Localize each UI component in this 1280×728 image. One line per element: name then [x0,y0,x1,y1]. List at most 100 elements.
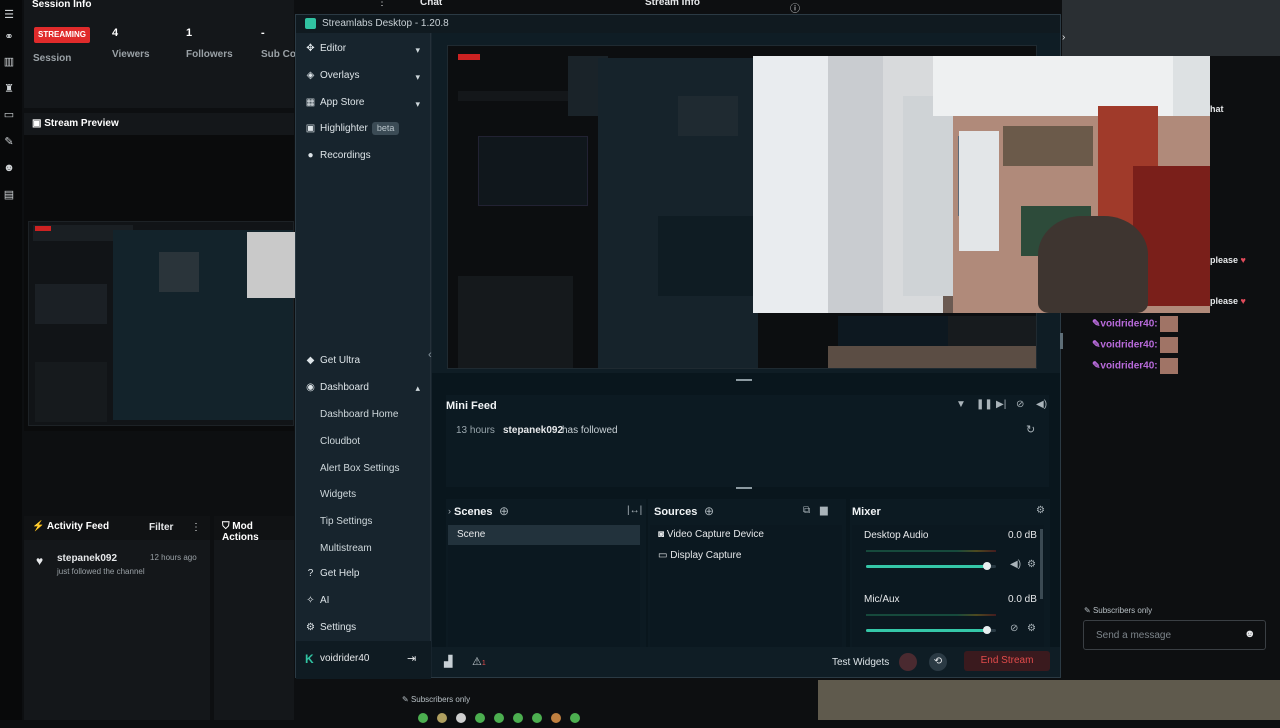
resize-handle[interactable] [736,379,752,381]
mixer-channel-db: 0.0 dB [1008,594,1037,605]
chart-icon[interactable]: ▥ [2,55,16,68]
chat-message: please ♥ [1210,296,1246,306]
record-button[interactable] [899,653,917,671]
mini-feed-title: Mini Feed [446,400,497,412]
volume-icon[interactable]: ◀) [1036,399,1047,410]
link-icon[interactable]: ⚭ [2,30,16,43]
sidebar-item-app-store[interactable]: ▦ App Store [305,95,365,111]
mic-muted-icon[interactable]: ⊘ [1010,623,1018,634]
test-widgets-label: Test Widgets [832,657,890,668]
replay-button[interactable]: ⟲ [929,653,947,671]
followers-value: 1 [186,27,193,39]
sources-title: Sources [654,506,698,518]
editor-icon: ✥ [306,43,315,54]
ai-icon: ✧ [306,595,315,606]
layout-icon[interactable]: ⧉ [803,505,810,516]
speaker-icon[interactable]: ◀) [1010,559,1021,570]
logout-icon[interactable]: ⇥ [407,652,416,665]
sidebar-item-recordings[interactable]: ● Recordings [305,148,370,164]
feed-action: has followed [562,425,618,436]
left-rail: ☰ ⚭ ▥ ♜ ▭ ✎ ☻ ▤ [0,0,22,720]
sidebar-item-overlays[interactable]: ◈ Overlays [305,68,360,84]
sidebar-item-dashboard[interactable]: ◉ Dashboard [305,380,369,396]
sources-list: ◙ Video Capture Device ▭ Display Capture [650,525,842,647]
source-item[interactable]: ▭ Display Capture [658,550,741,561]
performance-icon[interactable]: ▟ [444,655,452,668]
mod-actions-panel: ⛉ Mod Actions [214,516,294,720]
mixer-scrollbar[interactable] [1040,529,1043,599]
warning-icon[interactable]: ⚠1 [472,655,486,668]
volume-knob[interactable] [983,562,991,570]
info-icon[interactable]: ⓘ [790,0,800,15]
emoji-icon[interactable]: ☻ [1244,628,1256,640]
chevron-down-icon[interactable]: ▾ [415,72,420,83]
sidebar-item-cloudbot[interactable]: Cloudbot [320,436,360,447]
sidebar-item-dashboard-home[interactable]: Dashboard Home [320,409,398,420]
sidebar-item-highlighter[interactable]: ▣ Highlighter beta [305,121,400,137]
sidebar-item-get-help[interactable]: ? Get Help [305,566,360,582]
webcam-video [753,56,1210,313]
sidebar-item-get-ultra[interactable]: ◆ Get Ultra [305,353,360,369]
users-icon[interactable]: ☻ [2,162,16,174]
folder-icon[interactable]: ▆ [820,505,828,516]
trophy-icon[interactable]: ♜ [2,82,16,95]
chat-row: ✎voidrider40: [1092,358,1178,374]
pause-icon[interactable]: ❚❚ [976,399,993,410]
sidebar-item-widgets[interactable]: Widgets [320,489,356,500]
chevron-up-icon[interactable]: ▴ [415,383,420,394]
collapse-chevron-icon[interactable]: › [1062,32,1065,43]
nested-preview-thumbnail [28,221,295,426]
sidebar-item-ai[interactable]: ✧ AI [305,593,329,609]
feed-user: stepanek092 [503,425,564,436]
sidebar: ✥ Editor ▾ ◈ Overlays ▾ ▦ App Store ▾ ▣ High… [296,33,432,679]
add-scene-icon[interactable]: ⊕ [499,504,509,518]
gear-icon[interactable]: ⚙ [1027,559,1036,570]
emote-image [1159,337,1178,353]
filter-icon[interactable]: ▼ [956,399,966,410]
mixer-channel-db: 0.0 dB [1008,530,1037,541]
gear-icon[interactable]: ⚙ [1027,623,1036,634]
resize-handle[interactable] [736,487,752,489]
gear-icon[interactable]: ⚙ [1036,505,1045,516]
scroll-handle[interactable] [1060,333,1063,349]
source-item[interactable]: ◙ Video Capture Device [658,529,764,540]
window-icon[interactable]: ▭ [2,108,16,121]
mixer-list: Desktop Audio 0.0 dB ◀) ⚙ Mic/Aux 0.0 dB… [852,525,1044,647]
right-top-bleed [1062,0,1280,56]
scene-transition-icon[interactable]: |↔| [627,505,642,516]
volume-slider[interactable] [866,562,996,570]
menu-icon[interactable]: ☰ [2,8,16,21]
pin-icon: ✎ [1084,606,1093,615]
kebab-icon[interactable]: ⋮ [191,522,201,533]
emote-image [1159,358,1178,374]
chat-row: ✎voidrider40: [1092,316,1178,332]
end-stream-button[interactable]: End Stream [964,651,1050,671]
add-source-icon[interactable]: ⊕ [704,504,714,518]
viewers-value: 4 [112,27,119,39]
sidebar-item-alert-box[interactable]: Alert Box Settings [320,463,399,474]
sub-label: Sub Co [261,49,296,60]
kebab-icon[interactable]: ⋮ [377,0,387,8]
sidebar-item-settings[interactable]: ⚙ Settings [305,620,356,636]
filter-button[interactable]: Filter [149,522,173,533]
overlays-icon: ◈ [306,70,315,81]
user-footer: K voidrider40 ⇥ [296,641,431,679]
sources-dock: Sources ⊕ ⧉ ▆ ◙ Video Capture Device ▭ D… [648,499,846,649]
chevron-down-icon[interactable]: ▾ [415,99,420,110]
mute-alert-icon[interactable]: ⊘ [1016,399,1024,410]
skip-icon[interactable]: ▶| [996,399,1006,410]
pin-icon: ✎ [402,695,411,704]
chat-message-input[interactable]: Send a message [1083,620,1266,650]
sidebar-item-multistream[interactable]: Multistream [320,543,372,554]
stats-icon[interactable]: ▤ [2,188,16,201]
wrench-icon[interactable]: ✎ [2,135,16,148]
repeat-icon[interactable]: ↻ [1026,423,1035,436]
sidebar-item-tip-settings[interactable]: Tip Settings [320,516,372,527]
webcam-bottom-bleed [818,680,1280,720]
scene-item[interactable]: Scene [448,525,640,545]
volume-slider[interactable] [866,626,996,634]
bottom-bar: ▟ ⚠1 Test Widgets ⟲ End Stream [432,647,1060,677]
sidebar-item-editor[interactable]: ✥ Editor [305,41,346,57]
chevron-down-icon[interactable]: ▾ [415,45,420,56]
volume-knob[interactable] [983,626,991,634]
